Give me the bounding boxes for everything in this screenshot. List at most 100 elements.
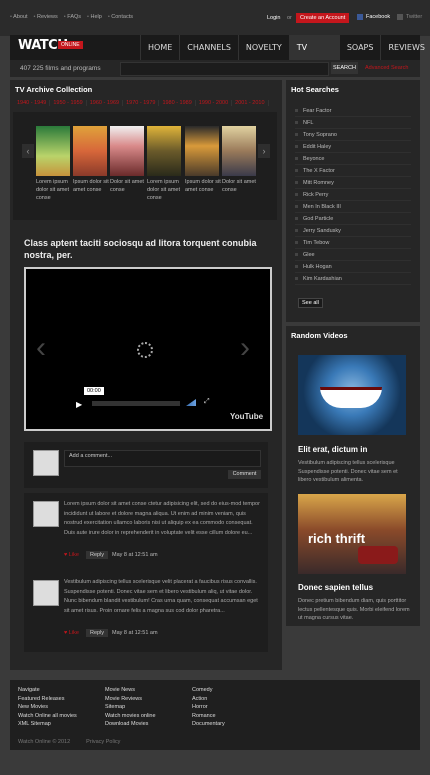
year-range[interactable]: 1990 - 2000	[196, 100, 233, 106]
top-link-reviews[interactable]: Reviews	[34, 14, 58, 20]
poster-thumbnail[interactable]	[73, 126, 107, 176]
login-link[interactable]: Login	[267, 15, 280, 21]
footer-link[interactable]: Documentary	[192, 720, 225, 729]
hot-search-item[interactable]: Kim Kardashian	[295, 273, 411, 285]
hot-search-item[interactable]: Rick Perry	[295, 189, 411, 201]
films-count: 407 225 films and programs	[20, 65, 101, 72]
footer-link[interactable]: New Movies	[18, 703, 77, 712]
hot-search-item[interactable]: NFL	[295, 117, 411, 129]
hot-search-label: God Particle	[303, 215, 334, 222]
poster-thumbnail[interactable]	[147, 126, 181, 176]
hot-search-label: Fear Factor	[303, 107, 332, 114]
reply-button[interactable]: Reply	[86, 629, 109, 637]
poster-thumbnail[interactable]	[36, 126, 70, 176]
top-link-faqs[interactable]: FAQs	[64, 14, 81, 20]
advanced-search-link[interactable]: Advanced Search	[365, 65, 408, 71]
year-range[interactable]: 2001 - 2010	[232, 100, 269, 106]
video-thumbnail[interactable]: rich thrift	[298, 494, 406, 574]
player-prev-icon[interactable]: ‹	[36, 331, 46, 365]
poster-caption[interactable]: Ipsum dolor sit amet conse	[185, 178, 221, 194]
hot-search-label: Rick Perry	[303, 191, 329, 198]
hot-search-item[interactable]: Glee	[295, 249, 411, 261]
hot-search-item[interactable]: Mitt Romney	[295, 177, 411, 189]
comment-input[interactable]: Add a comment...	[64, 450, 261, 467]
top-link-about[interactable]: About	[10, 14, 27, 20]
footer-link[interactable]: Sitemap	[105, 703, 156, 712]
hot-search-item[interactable]: Hulk Hogan	[295, 261, 411, 273]
create-account-button[interactable]: Create an Account	[296, 13, 350, 23]
hot-search-label: Jerry Sandusky	[303, 227, 341, 234]
progress-bar[interactable]	[92, 401, 180, 406]
poster-caption[interactable]: Lorem ipsum dolor sit amet conse	[36, 178, 72, 202]
poster-caption[interactable]: Ipsum dolor sit amet conse	[73, 178, 109, 194]
nav-soaps[interactable]: SOAPS	[338, 35, 381, 60]
top-link-help[interactable]: Help	[87, 14, 102, 20]
poster-thumbnail[interactable]	[222, 126, 256, 176]
thumbnail-overlay-text: rich thrift	[308, 531, 366, 546]
year-range[interactable]: 1940 - 1949	[14, 100, 51, 106]
footer-link[interactable]: Movie News	[105, 686, 156, 695]
year-range[interactable]: 1970 - 1979	[123, 100, 160, 106]
footer-link[interactable]: Romance	[192, 712, 225, 721]
hot-search-item[interactable]: Tim Tebow	[295, 237, 411, 249]
hot-search-item[interactable]: God Particle	[295, 213, 411, 225]
poster-thumbnail[interactable]	[185, 126, 219, 176]
nav-home[interactable]: HOME	[140, 35, 179, 60]
year-range[interactable]: 1960 - 1969	[87, 100, 124, 106]
poster-caption[interactable]: Dolor sit amet conse	[222, 178, 258, 194]
poster-thumbnail[interactable]	[110, 126, 144, 176]
nav-novelty[interactable]: NOVELTY	[237, 35, 289, 60]
youtube-logo[interactable]: YouTube	[230, 412, 263, 421]
footer-link[interactable]: Movie Reviews	[105, 695, 156, 704]
footer-link[interactable]: Featured Releases	[18, 695, 77, 704]
video-thumbnail[interactable]	[298, 355, 406, 435]
bullet-icon	[295, 193, 298, 196]
hot-search-item[interactable]: Fear Factor	[295, 105, 411, 117]
facebook-link[interactable]: Facebook	[357, 14, 390, 20]
footer-link[interactable]: Comedy	[192, 686, 225, 695]
nav-tv-archive[interactable]: TV ARCHIVE	[288, 35, 339, 77]
footer-link[interactable]: XML Sitemap	[18, 720, 77, 729]
video-title[interactable]: Donec sapien tellus	[298, 583, 373, 592]
hot-search-label: Men In Black III	[303, 203, 341, 210]
fullscreen-icon[interactable]: ⤢	[204, 398, 210, 406]
volume-icon[interactable]	[186, 399, 196, 406]
reply-button[interactable]: Reply	[86, 551, 109, 559]
footer-link[interactable]: Download Movies	[105, 720, 156, 729]
hot-search-item[interactable]: Jerry Sandusky	[295, 225, 411, 237]
search-button[interactable]: SEARCH	[331, 62, 358, 74]
hot-search-item[interactable]: Beyonce	[295, 153, 411, 165]
carousel-prev-button[interactable]: ‹	[22, 144, 34, 158]
play-icon[interactable]: ▶	[76, 400, 82, 409]
video-player[interactable]: ‹ › 00:00 ▶ ⤢ YouTube	[24, 267, 272, 431]
hot-search-item[interactable]: Eddit Haley	[295, 141, 411, 153]
poster-caption[interactable]: Lorem ipsum dolor sit amet conse	[147, 178, 183, 202]
carousel-next-button[interactable]: ›	[258, 144, 270, 158]
year-range[interactable]: 1950 - 1959	[50, 100, 87, 106]
privacy-policy-link[interactable]: Privacy Policy	[86, 739, 120, 745]
like-button[interactable]: ♥ Like	[64, 630, 79, 636]
hot-search-label: Tony Soprano	[303, 131, 337, 138]
player-next-icon[interactable]: ›	[240, 331, 250, 365]
footer-link[interactable]: Horror	[192, 703, 225, 712]
nav-reviews[interactable]: REVIEWS	[380, 35, 430, 60]
footer-link[interactable]: Action	[192, 695, 225, 704]
hot-search-item[interactable]: Tony Soprano	[295, 129, 411, 141]
top-link-contacts[interactable]: Contacts	[108, 14, 133, 20]
footer-link[interactable]: Watch movies online	[105, 712, 156, 721]
footer-link[interactable]: Navigate	[18, 686, 77, 695]
see-all-button[interactable]: See all	[298, 298, 323, 308]
comment-button[interactable]: Comment	[228, 470, 261, 479]
video-title[interactable]: Elit erat, dictum in	[298, 445, 367, 454]
year-range[interactable]: 1980 - 1989	[159, 100, 196, 106]
hot-search-item[interactable]: The X Factor	[295, 165, 411, 177]
poster-caption[interactable]: Dolor sit amet conse	[110, 178, 146, 194]
bullet-icon	[295, 265, 298, 268]
hot-search-item[interactable]: Men In Black III	[295, 201, 411, 213]
nav-channels[interactable]: CHANNELS	[179, 35, 238, 60]
twitter-icon	[397, 14, 403, 20]
twitter-link[interactable]: Twitter	[397, 14, 422, 20]
search-input[interactable]	[120, 62, 329, 76]
like-button[interactable]: ♥ Like	[64, 552, 79, 558]
footer-link[interactable]: Watch Online all movies	[18, 712, 77, 721]
